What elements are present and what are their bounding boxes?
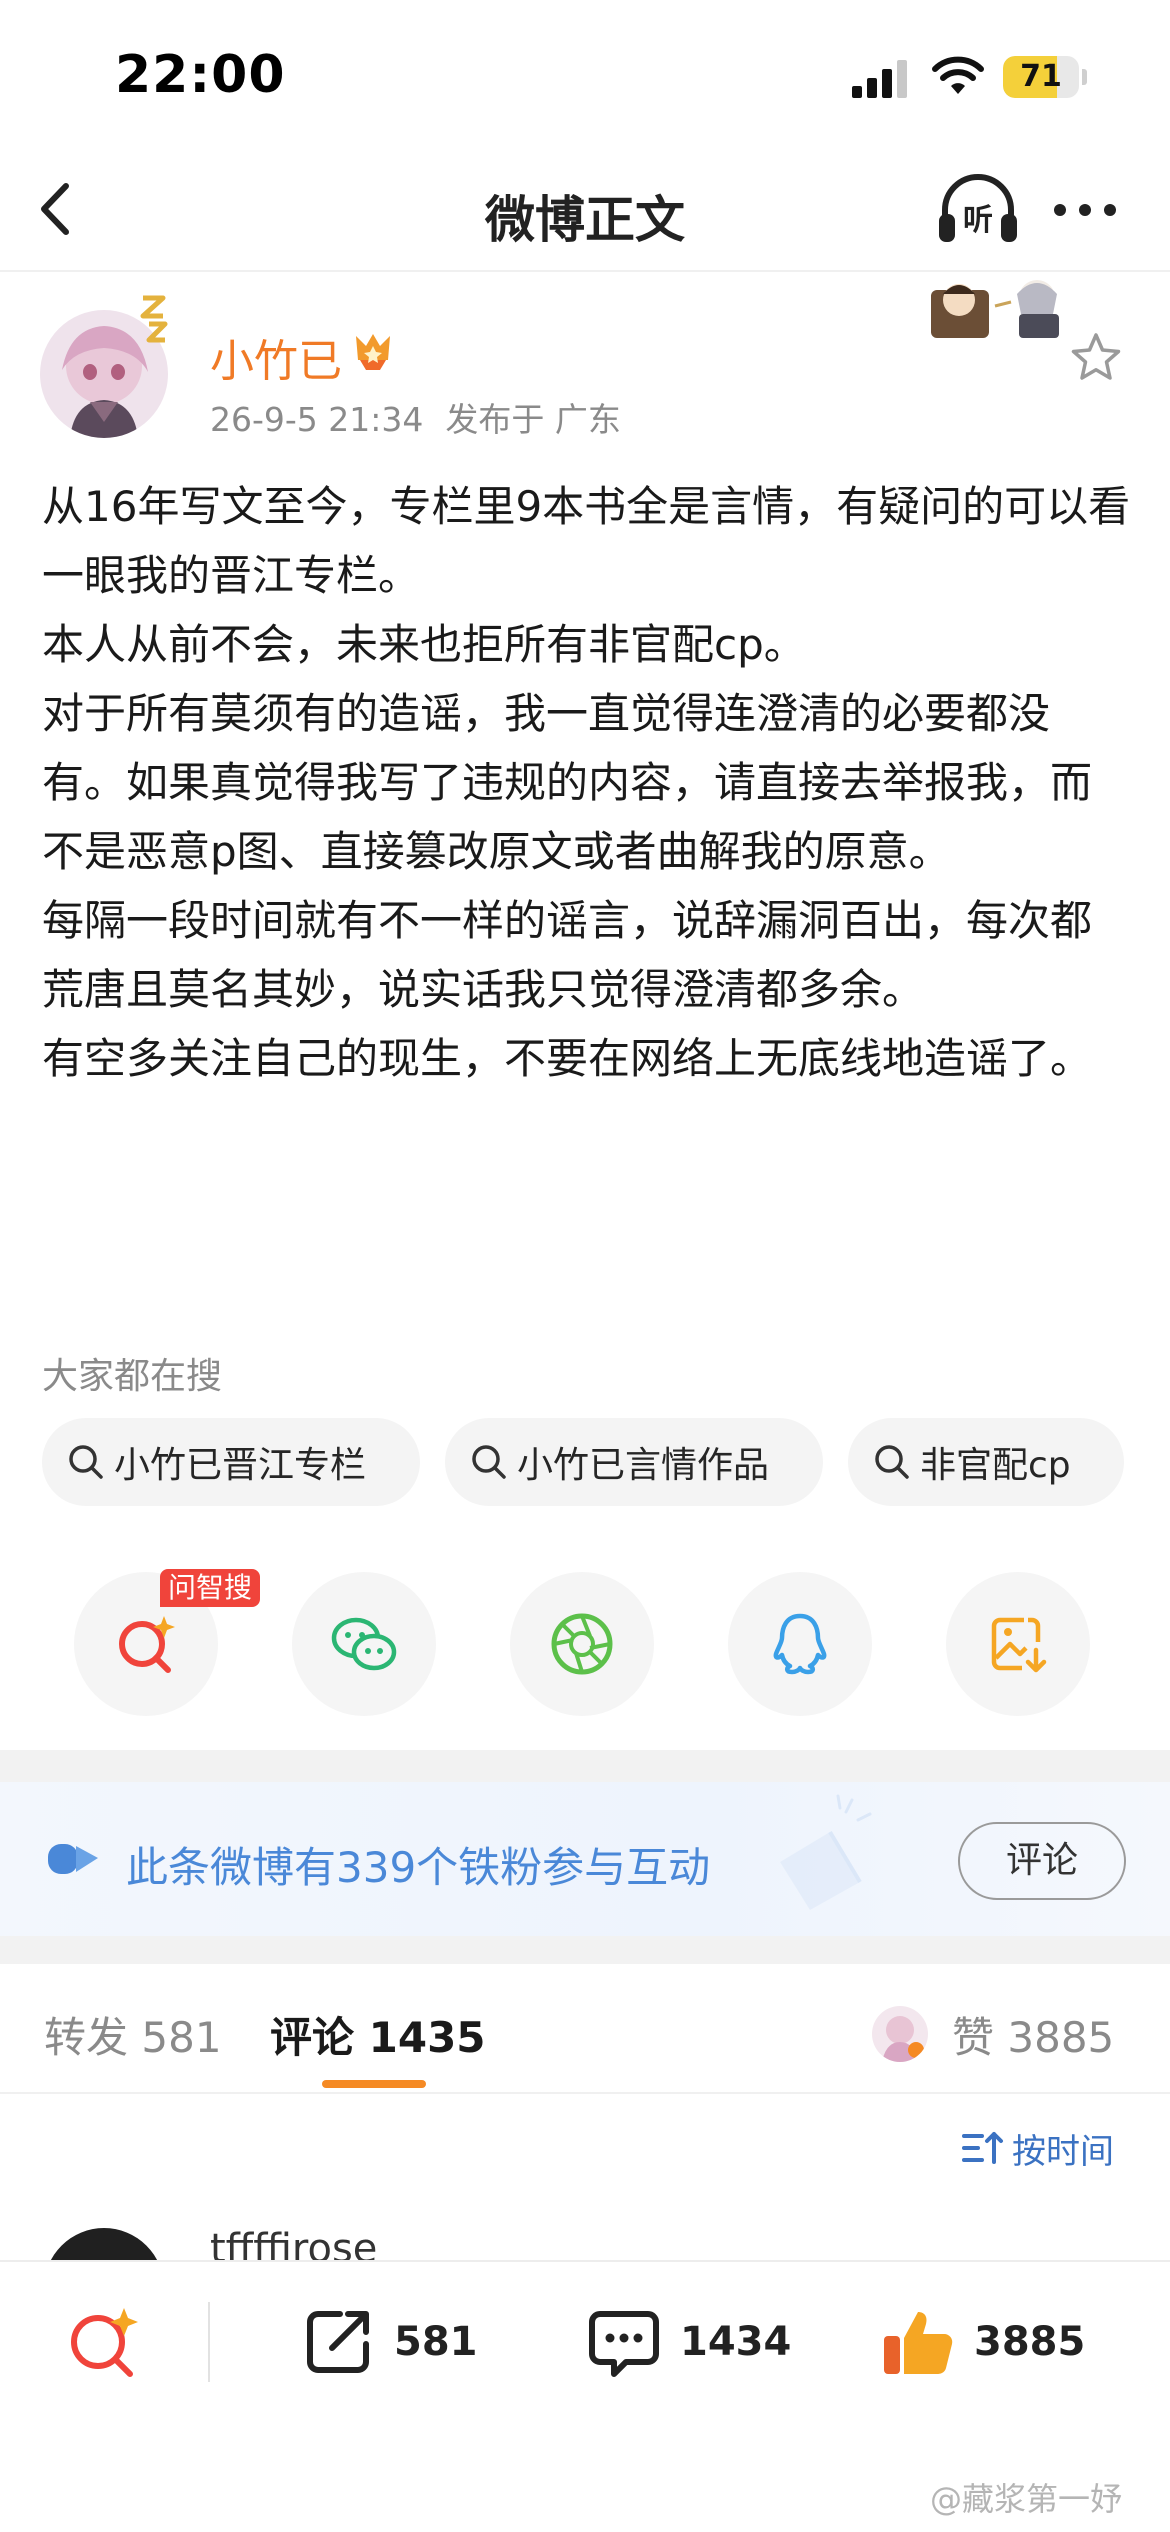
- author-name[interactable]: 小竹已: [210, 325, 342, 389]
- post-paragraph: 本人从前不会，未来也拒所有非官配cp。: [42, 620, 806, 669]
- share-wechat-button[interactable]: [292, 1572, 436, 1716]
- fans-banner-text: 此条微博有339个铁粉参与互动: [126, 1843, 711, 1892]
- tab-active-indicator: [322, 2080, 426, 2088]
- listen-icon[interactable]: 听: [935, 170, 1021, 250]
- repost-button[interactable]: 581: [300, 2302, 478, 2382]
- banner-decoration-icon: [780, 1794, 872, 1910]
- search-icon: [472, 1445, 506, 1479]
- battery-indicator: 71: [1003, 56, 1087, 98]
- liker-avatar: [872, 2006, 928, 2062]
- fans-interaction-banner[interactable]: 此条微博有339个铁粉参与互动 评论: [0, 1782, 1170, 1936]
- tab-likes[interactable]: 赞 3885: [952, 2004, 1114, 2065]
- ai-search-icon[interactable]: [64, 2302, 144, 2382]
- thumbs-up-icon: [884, 2312, 953, 2375]
- tab-comment[interactable]: 评论 1435: [270, 2004, 486, 2065]
- status-bar: 22:00 71: [0, 0, 1170, 150]
- weibo-watermark: @藏浆第一妤: [930, 2480, 1123, 2518]
- wifi-icon: [932, 56, 984, 94]
- search-icon: [69, 1445, 103, 1479]
- qq-icon: [773, 1613, 827, 1675]
- post-paragraph: 有空多关注自己的现生，不要在网络上无底线地造谣了。: [42, 1034, 1093, 1083]
- hot-search-chip[interactable]: 非官配cp: [848, 1418, 1124, 1506]
- favorite-star-icon[interactable]: [1068, 330, 1124, 386]
- status-time: 22:00: [115, 45, 286, 105]
- post-location: 发布于 广东: [445, 400, 621, 439]
- more-options-icon[interactable]: [1050, 190, 1120, 230]
- comment-action-button[interactable]: 1434: [586, 2302, 791, 2382]
- post-paragraph: 每隔一段时间就有不一样的谣言，说辞漏洞百出，每次都荒唐且莫名其妙，说实话我只觉得…: [42, 896, 1093, 1014]
- hot-search-chip-label: 小竹已晋江专栏: [114, 1445, 367, 1486]
- comment-icon: [589, 2311, 659, 2377]
- sleeping-icon: [140, 295, 168, 343]
- ai-search-icon: [119, 1616, 175, 1673]
- moments-icon: [551, 1613, 613, 1675]
- tab-repost[interactable]: 转发 581: [44, 2004, 222, 2065]
- ai-search-tag: 问智搜: [160, 1569, 261, 1607]
- fans-icon: [48, 1844, 98, 1874]
- repost-icon: [307, 2311, 369, 2373]
- svg-text:听: 听: [963, 203, 993, 238]
- sort-icon: [962, 2132, 1003, 2164]
- interaction-tabs: 转发 581 评论 1435 赞 3885: [0, 1964, 1170, 2094]
- comment-count: 1434: [680, 2319, 792, 2365]
- share-qq-button[interactable]: [728, 1572, 872, 1716]
- repost-count: 581: [394, 2319, 478, 2365]
- hot-search-title: 大家都在搜: [42, 1356, 223, 1397]
- comment-button[interactable]: 评论: [958, 1822, 1126, 1900]
- like-count: 3885: [974, 2319, 1086, 2365]
- post-paragraph: 从16年写文至今，专栏里9本书全是言情，有疑问的可以看一眼我的晋江专栏。: [42, 482, 1131, 600]
- bottom-action-bar: 581 1434 3885 @藏浆第一妤: [0, 2260, 1170, 2532]
- cellular-signal-icon: [852, 60, 907, 98]
- search-icon: [875, 1445, 909, 1479]
- battery-level: 71: [1020, 59, 1062, 94]
- hot-search-chip[interactable]: 小竹已言情作品: [445, 1418, 823, 1506]
- section-divider: [0, 1936, 1170, 1964]
- section-divider: [0, 1750, 1170, 1782]
- hot-search-chip[interactable]: 小竹已晋江专栏: [42, 1418, 420, 1506]
- like-button[interactable]: 3885: [880, 2302, 1085, 2382]
- sort-by-time-button[interactable]: 按时间: [960, 2123, 1114, 2173]
- nav-bar: 微博正文 听: [0, 150, 1170, 272]
- bottom-bar-separator: [208, 2302, 210, 2382]
- post-content: 从16年写文至今，专栏里9本书全是言情，有疑问的可以看一眼我的晋江专栏。 本人从…: [42, 472, 1132, 1093]
- hot-search-chip-label: 非官配cp: [920, 1445, 1071, 1486]
- hot-search-chip-label: 小竹已言情作品: [517, 1445, 770, 1486]
- sort-label: 按时间: [1012, 2131, 1114, 2172]
- share-moments-button[interactable]: [510, 1572, 654, 1716]
- wechat-icon: [331, 1617, 397, 1671]
- save-image-button[interactable]: [946, 1572, 1090, 1716]
- post-timestamp: 26-9-5 21:34: [210, 400, 424, 439]
- decoration-sticker-icon: [931, 280, 1059, 338]
- post-paragraph: 对于所有莫须有的造谣，我一直觉得连澄清的必要都没有。如果真觉得我写了违规的内容，…: [42, 689, 1093, 876]
- member-badge-icon[interactable]: [350, 330, 396, 372]
- save-image-icon: [991, 1617, 1047, 1673]
- post-meta: 26-9-5 21:34 发布于 广东: [210, 393, 643, 441]
